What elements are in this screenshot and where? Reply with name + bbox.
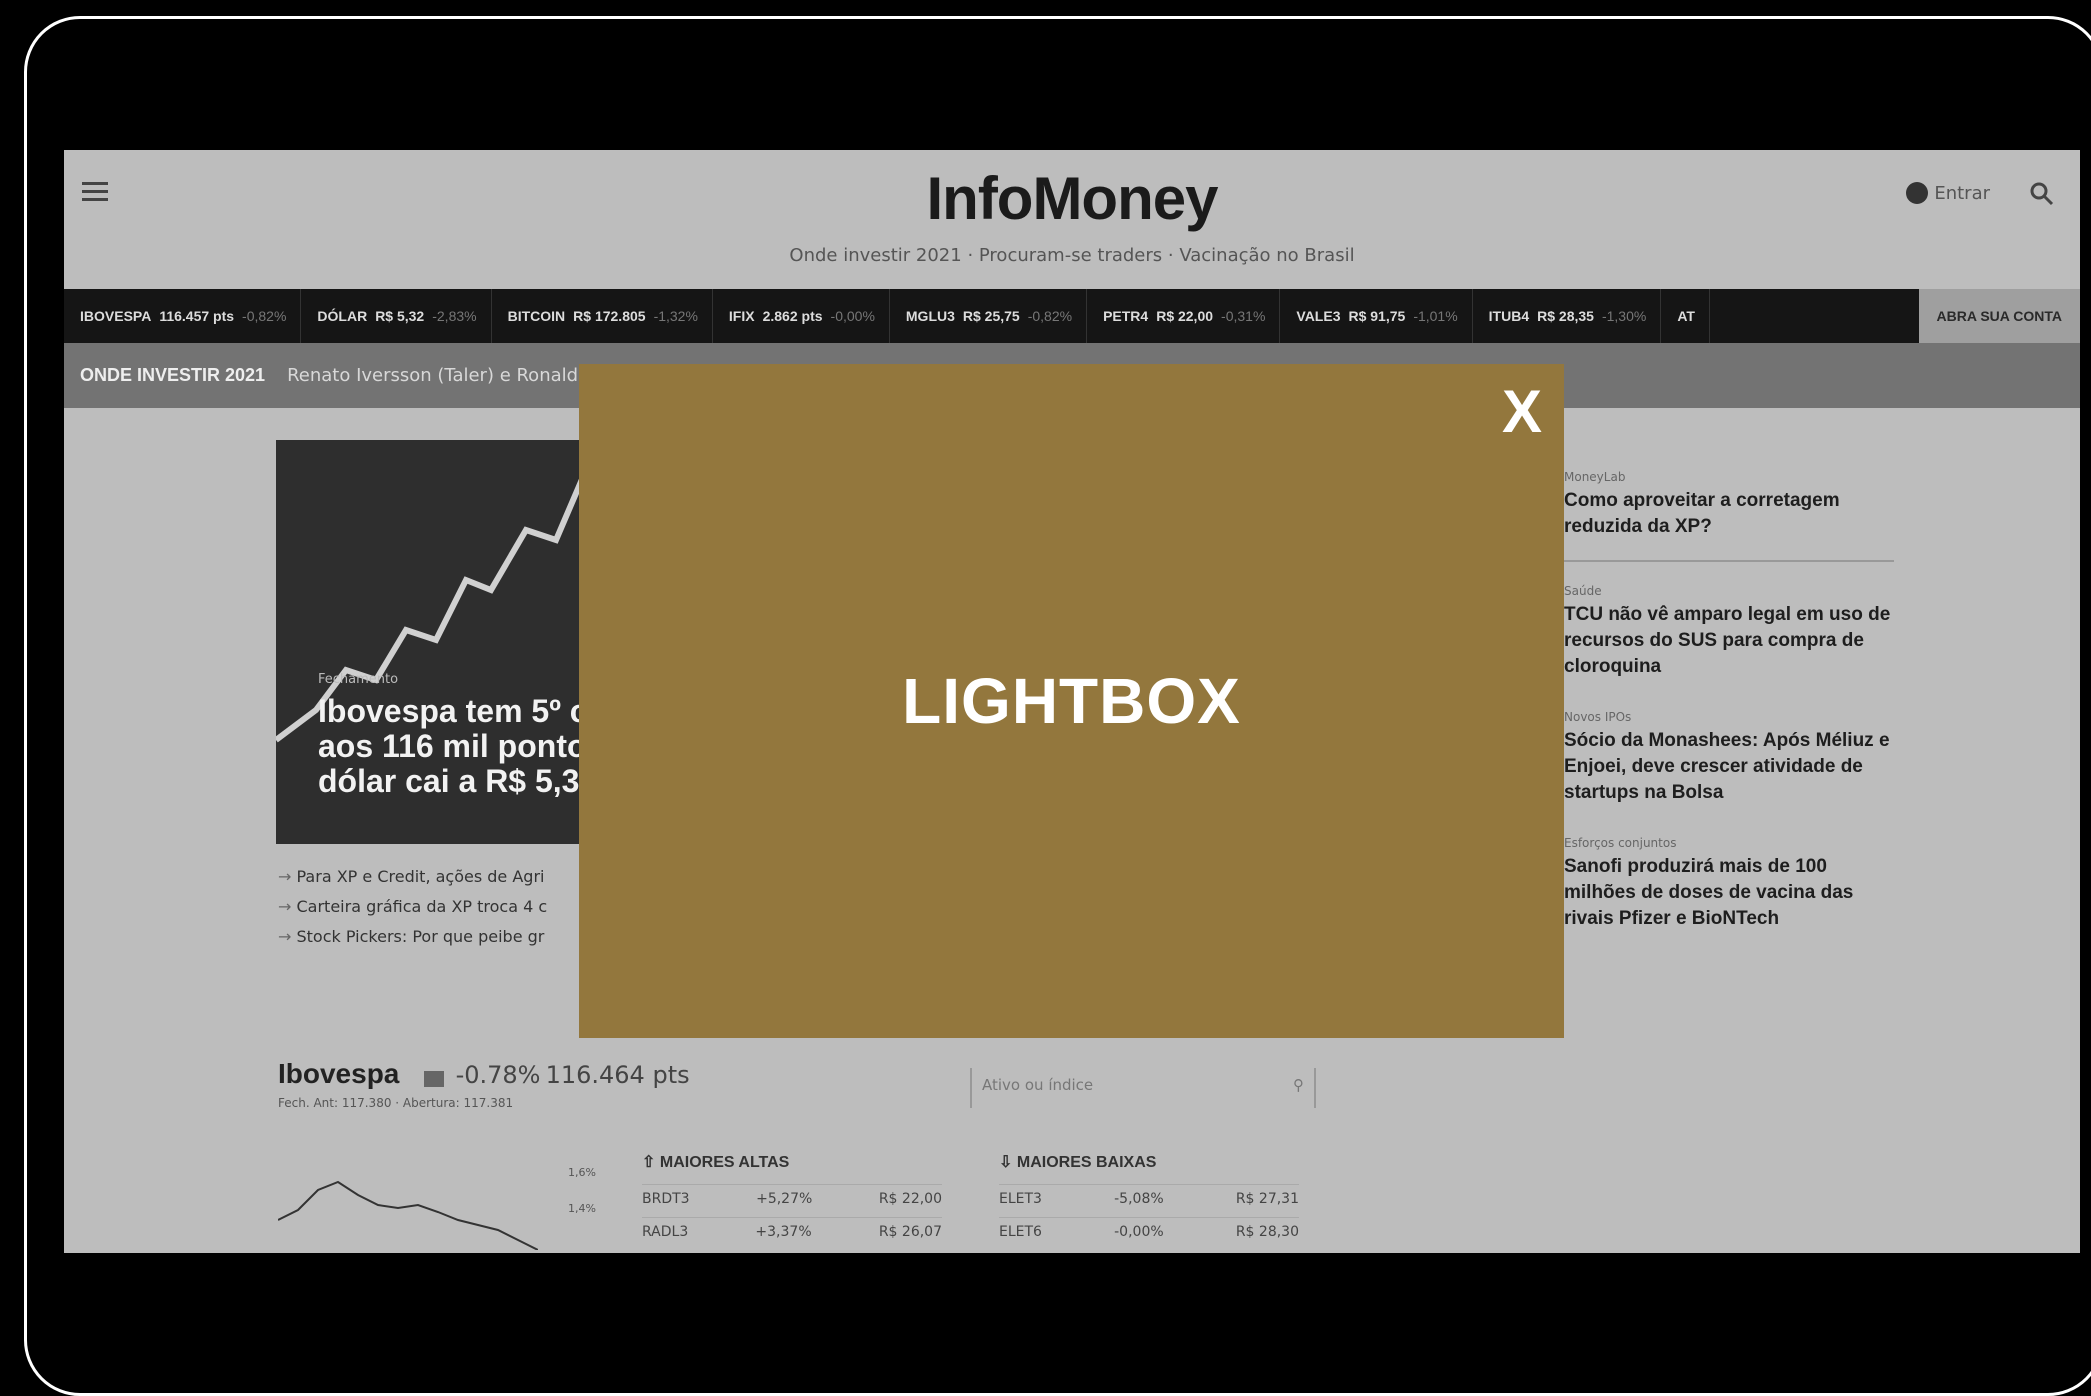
arrow-up-icon: ⇧ <box>642 1154 660 1171</box>
ticker-item[interactable]: DÓLAR R$ 5,32 -2,83% <box>301 289 492 343</box>
search-icon[interactable]: ⚲ <box>1293 1076 1304 1094</box>
side-news-item[interactable]: Esforços conjuntos Sanofi produzirá mais… <box>1564 836 1894 932</box>
ticker-item[interactable]: VALE3 R$ 91,75 -1,01% <box>1280 289 1473 343</box>
top-losers: ⇩ MAIORES BAIXAS ELET3 -5,08% R$ 27,31 ELE… <box>999 1154 1299 1240</box>
index-points: 116.464 pts <box>545 1061 690 1089</box>
topic-text[interactable]: Renato Iversson (Taler) e Ronald <box>287 365 578 386</box>
divider <box>1564 560 1894 562</box>
subnav-item[interactable]: Vacinação no Brasil <box>1179 245 1354 266</box>
subnav-item[interactable]: Procuram-se traders <box>979 245 1162 266</box>
index-mini-chart <box>278 1180 538 1250</box>
chart-badge-icon <box>424 1070 445 1087</box>
lightbox-label: LIGHTBOX <box>902 665 1241 737</box>
login-label: Entrar <box>1934 182 1990 204</box>
top-gainers: ⇧ MAIORES ALTAS BRDT3 +5,27% R$ 22,00 RADL… <box>642 1154 942 1240</box>
index-details: Fech. Ant: 117.380 · Abertura: 117.381 <box>278 1096 514 1110</box>
subnav-item[interactable]: Onde investir 2021 <box>789 245 961 266</box>
ticker-item[interactable]: ITUB4 R$ 28,35 -1,30% <box>1473 289 1662 343</box>
related-link[interactable]: Stock Pickers: Por que peibe gr <box>278 922 547 952</box>
ticker-item[interactable]: IFIX 2.862 pts -0,00% <box>713 289 890 343</box>
sub-navigation: Onde investir 2021 · Procuram-se traders… <box>789 245 1355 266</box>
search-icon[interactable] <box>2028 180 2056 208</box>
hero-article[interactable]: Fechamento Ibovespa tem 5º c aos 116 mil… <box>276 440 616 844</box>
site-header: InfoMoney Entrar Onde investir 2021 · Pr… <box>64 150 2080 266</box>
related-links: Para XP e Credit, ações de Agri Carteira… <box>278 862 548 952</box>
login-link[interactable]: Entrar <box>1906 182 1990 204</box>
index-name[interactable]: Ibovespa <box>278 1058 399 1090</box>
lightbox-modal[interactable]: X LIGHTBOX <box>579 364 1564 1038</box>
quote-ticker: IBOVESPA 116.457 pts -0,82% DÓLAR R$ 5,32 -2… <box>64 289 2080 343</box>
table-row[interactable]: RADL3 +3,37% R$ 26,07 <box>642 1217 942 1240</box>
ticker-item[interactable]: MGLU3 R$ 25,75 -0,82% <box>890 289 1088 343</box>
index-change: -0.78% <box>455 1061 541 1089</box>
side-news-item[interactable]: MoneyLab Como aproveitar a corretagem re… <box>1564 470 1894 540</box>
side-news: MoneyLab Como aproveitar a corretagem re… <box>1564 470 1894 962</box>
open-account-button[interactable]: ABRA SUA CONTA <box>1918 289 2080 343</box>
ticker-item[interactable]: IBOVESPA 116.457 pts -0,82% <box>64 289 302 343</box>
arrow-down-icon: ⇩ <box>999 1154 1017 1171</box>
site-logo[interactable]: InfoMoney <box>64 164 2080 233</box>
side-news-item[interactable]: Saúde TCU não vê amparo legal em uso de … <box>1564 584 1894 680</box>
ticker-item[interactable]: AT <box>1661 289 1710 343</box>
table-row[interactable]: BRDT3 +5,27% R$ 22,00 <box>642 1184 942 1207</box>
close-button[interactable]: X <box>1502 382 1542 442</box>
table-row[interactable]: ELET3 -5,08% R$ 27,31 <box>999 1184 1299 1207</box>
topic-label[interactable]: ONDE INVESTIR 2021 <box>80 365 265 386</box>
index-widget-header: Ibovespa -0.78% 116.464 pts Fech. Ant: 1… <box>278 1058 690 1110</box>
asset-search-input[interactable]: Ativo ou índice ⚲ <box>970 1068 1316 1108</box>
related-link[interactable]: Para XP e Credit, ações de Agri <box>278 862 547 892</box>
ticker-item[interactable]: BITCOIN R$ 172.805 -1,32% <box>492 289 713 343</box>
mini-chart-axis: 1,6% 1,4% <box>568 1166 596 1215</box>
related-link[interactable]: Carteira gráfica da XP troca 4 c <box>278 892 548 922</box>
hero-kicker: Fechamento <box>318 672 399 687</box>
user-icon <box>1906 182 1929 204</box>
table-row[interactable]: ELET6 -0,00% R$ 28,30 <box>999 1217 1299 1240</box>
hero-headline[interactable]: Ibovespa tem 5º c aos 116 mil pontos dól… <box>318 694 616 799</box>
ticker-item[interactable]: PETR4 R$ 22,00 -0,31% <box>1087 289 1281 343</box>
side-news-item[interactable]: Novos IPOs Sócio da Monashees: Após Méli… <box>1564 710 1894 806</box>
